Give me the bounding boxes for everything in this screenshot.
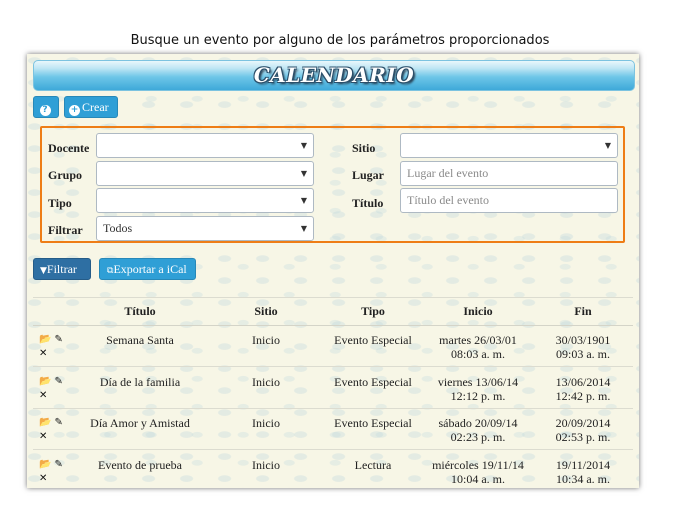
cell-tipo: Evento Especial (334, 416, 412, 430)
sitio-select[interactable]: ▼ (400, 133, 618, 158)
pencil-icon[interactable]: ✎ (54, 416, 62, 430)
calendar-banner: CALENDARIO (33, 60, 635, 91)
cell-inicio: martes 26/03/01 08:03 a. m. (421, 333, 535, 361)
cell-tipo: Evento Especial (334, 333, 412, 347)
export-ical-label: Exportar a iCal (113, 262, 187, 276)
cell-sitio: Inicio (252, 457, 280, 472)
crear-label: Crear (82, 100, 109, 114)
filtrar-button-label: Filtrar (46, 262, 77, 276)
cell-tipo: Lectura (354, 457, 392, 472)
pencil-icon[interactable]: ✎ (54, 458, 62, 472)
cell-fin: 19/11/2014 10:34 a. m. (538, 458, 628, 486)
table-row: 📂 ✎ ✕ Evento de prueba Inicio Lectura miércole… (33, 450, 633, 489)
inicio-time: 02:23 p. m. (450, 430, 506, 444)
chevron-down-icon: ▼ (300, 196, 307, 205)
inicio-time: 12:12 p. m. (450, 388, 506, 403)
cell-sitio: Inicio (252, 416, 280, 430)
folder-open-icon[interactable]: 📂 (39, 458, 51, 472)
inicio-date: viernes 13/06/14 (437, 374, 519, 389)
table-header: Título Sitio Tipo Inicio Fin (33, 297, 633, 326)
grupo-label: Grupo (48, 168, 83, 182)
inicio-time: 10:04 a. m. (451, 471, 505, 486)
column-header-inicio[interactable]: Inicio (428, 304, 528, 319)
filtrar-button[interactable]: ▼Filtrar (33, 258, 91, 280)
banner-title: CALENDARIO (253, 63, 415, 87)
column-header-tipo[interactable]: Tipo (323, 304, 423, 319)
filtrar-value: Todos (103, 221, 133, 235)
grupo-select[interactable]: ▼ (96, 161, 314, 186)
chevron-down-icon: ▼ (300, 224, 307, 233)
folder-open-icon[interactable]: 📂 (39, 416, 51, 430)
cell-fin: 13/06/2014 12:42 p. m. (538, 375, 628, 403)
calendar-panel: CALENDARIO ? + Crear Docente ▼ Grupo ▼ Ti… (27, 54, 639, 488)
lugar-input[interactable]: Lugar del evento (400, 161, 618, 186)
tipo-label: Tipo (48, 196, 72, 210)
fin-time: 10:34 a. m. (556, 471, 610, 486)
chevron-down-icon: ▼ (604, 141, 611, 150)
cell-titulo: Día Amor y Amistad (90, 416, 190, 430)
cell-fin: 30/03/1901 09:03 a. m. (538, 333, 628, 361)
titulo-input[interactable]: Título del evento (400, 188, 618, 213)
filtrar-label: Filtrar (48, 223, 83, 237)
cell-titulo: Evento de prueba (98, 457, 182, 472)
folder-open-icon[interactable]: 📂 (39, 333, 51, 347)
fin-time: 02:53 p. m. (555, 430, 611, 444)
table-row: 📂 ✎ ✕ Día de la familia Inicio Evento Especia… (33, 367, 633, 409)
delete-x-icon[interactable]: ✕ (39, 347, 47, 361)
cell-titulo: Semana Santa (106, 333, 174, 347)
docente-select[interactable]: ▼ (96, 133, 314, 158)
fin-date: 19/11/2014 (555, 457, 611, 472)
chevron-down-icon: ▼ (300, 141, 307, 150)
fin-date: 13/06/2014 (555, 374, 611, 389)
question-icon: ? (39, 105, 51, 116)
cell-inicio: viernes 13/06/14 12:12 p. m. (421, 375, 535, 403)
inicio-date: miércoles 19/11/14 (432, 457, 524, 472)
column-header-sitio[interactable]: Sitio (231, 304, 301, 319)
fin-time: 09:03 a. m. (556, 347, 610, 361)
fin-date: 20/09/2014 (555, 416, 611, 430)
table-row: 📂 ✎ ✕ Día Amor y Amistad Inicio Evento Especi… (33, 408, 633, 450)
filter-icon: ▼ (40, 266, 47, 276)
delete-x-icon[interactable]: ✕ (39, 472, 47, 486)
row-actions: 📂 ✎ ✕ (39, 375, 69, 403)
delete-x-icon[interactable]: ✕ (39, 389, 47, 403)
row-actions: 📂 ✎ ✕ (39, 458, 69, 486)
column-header-titulo[interactable]: Título (83, 304, 197, 319)
row-actions: 📂 ✎ ✕ (39, 333, 69, 361)
export-ical-button[interactable]: ⧉Exportar a iCal (99, 258, 196, 280)
docente-label: Docente (48, 141, 90, 155)
column-header-fin[interactable]: Fin (538, 304, 628, 319)
fin-date: 30/03/1901 (555, 333, 611, 347)
filter-form: Docente ▼ Grupo ▼ Tipo ▼ Filtrar Todos ▼ … (40, 126, 625, 243)
cell-inicio: sábado 20/09/14 02:23 p. m. (421, 416, 535, 444)
cell-inicio: miércoles 19/11/14 10:04 a. m. (421, 458, 535, 486)
page-caption: Busque un evento por alguno de los parám… (130, 33, 550, 48)
plus-circle-icon: + (69, 105, 80, 116)
cell-titulo: Día de la familia (99, 374, 181, 389)
sitio-label: Sitio (352, 141, 376, 155)
cell-fin: 20/09/2014 02:53 p. m. (538, 416, 628, 444)
table-row: 📂 ✎ ✕ Semana Santa Inicio Evento Especial mart… (33, 325, 633, 367)
folder-open-icon[interactable]: 📂 (39, 375, 51, 389)
crear-button[interactable]: + Crear (64, 96, 118, 118)
delete-x-icon[interactable]: ✕ (39, 430, 47, 444)
cell-tipo: Evento Especial (334, 374, 412, 389)
pencil-icon[interactable]: ✎ (54, 333, 62, 347)
cell-sitio: Inicio (252, 333, 280, 347)
titulo-label: Título (352, 196, 384, 210)
tipo-select[interactable]: ▼ (96, 188, 314, 213)
fin-time: 12:42 p. m. (555, 388, 611, 403)
inicio-date: sábado 20/09/14 (438, 416, 518, 430)
cell-sitio: Inicio (252, 374, 280, 389)
lugar-label: Lugar (352, 168, 385, 182)
inicio-date: martes 26/03/01 (439, 333, 517, 347)
inicio-time: 08:03 a. m. (451, 347, 505, 361)
row-actions: 📂 ✎ ✕ (39, 416, 69, 444)
help-button[interactable]: ? (33, 96, 59, 118)
pencil-icon[interactable]: ✎ (54, 375, 62, 389)
chevron-down-icon: ▼ (300, 169, 307, 178)
filtrar-select[interactable]: Todos ▼ (96, 216, 314, 241)
